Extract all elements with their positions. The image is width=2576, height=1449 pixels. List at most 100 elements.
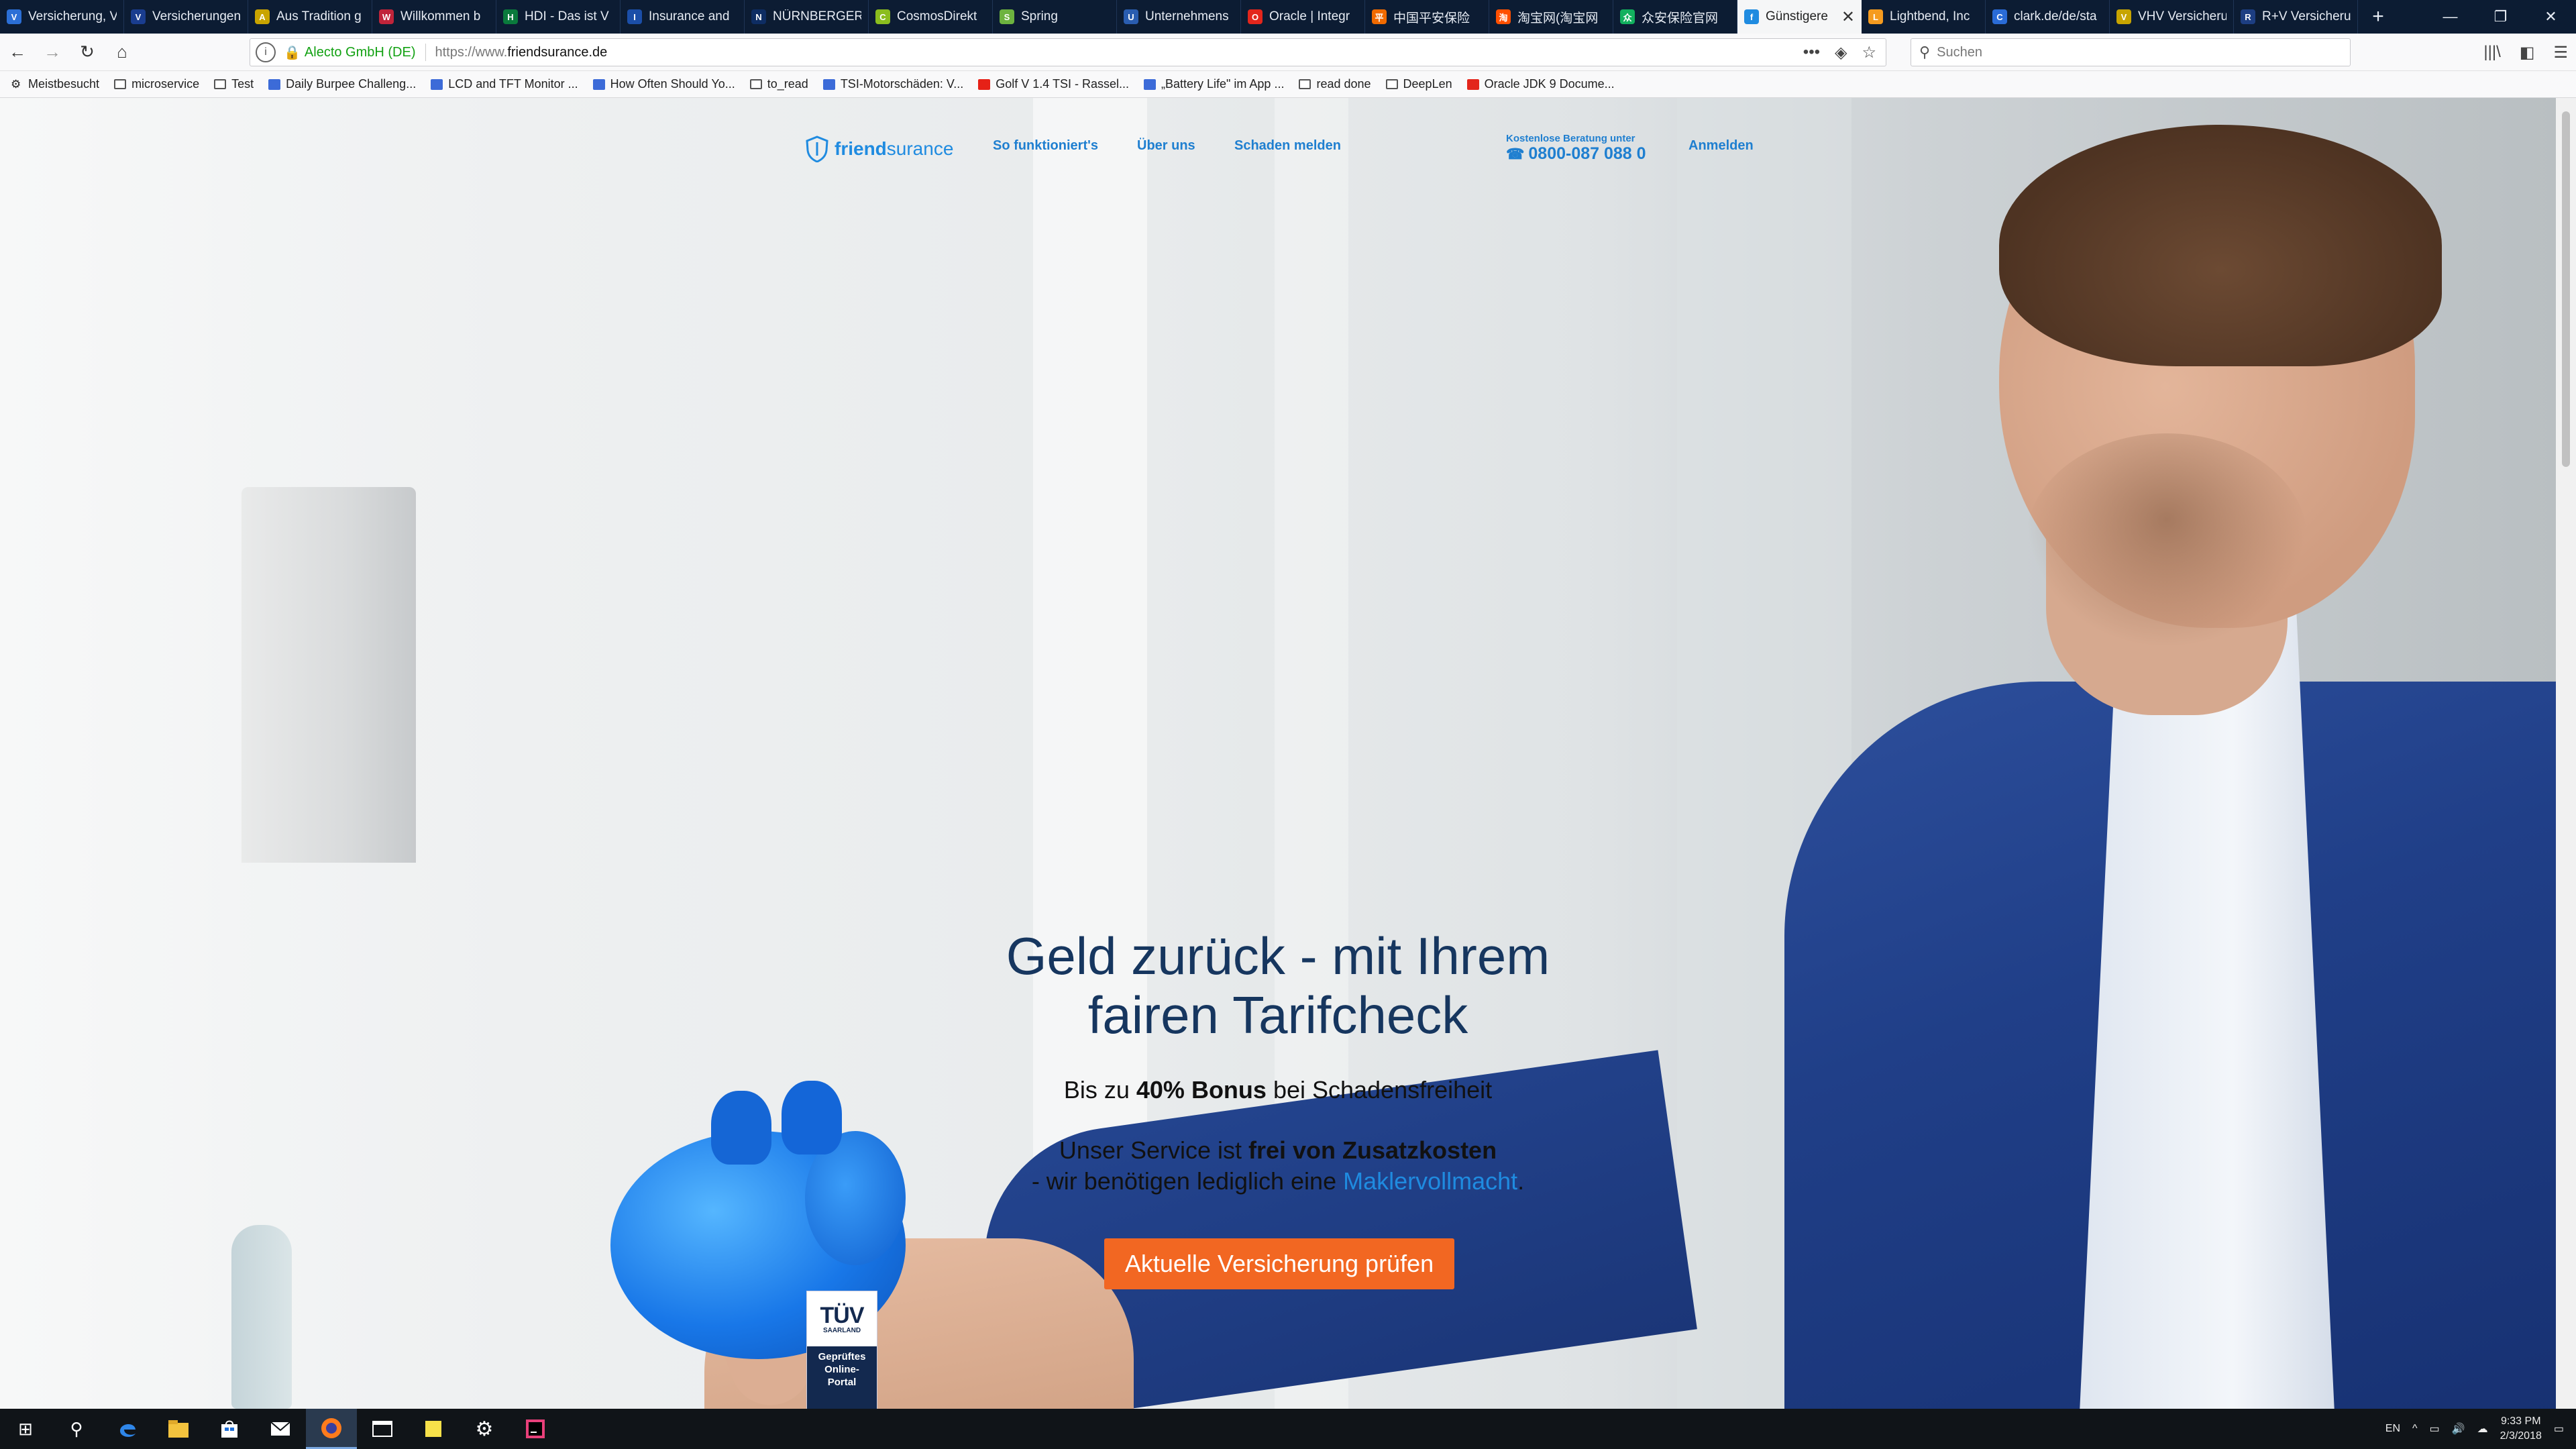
login-link[interactable]: Anmelden <box>1688 138 1754 154</box>
browser-tab[interactable]: C CosmosDirekt <box>869 0 993 34</box>
tab-favicon-icon: 平 <box>1372 9 1387 24</box>
browser-tab[interactable]: O Oracle | Integr <box>1241 0 1365 34</box>
lamp-image <box>241 487 416 863</box>
bookmark-item[interactable]: Golf V 1.4 TSI - Rassel... <box>978 77 1129 91</box>
nav-link-about[interactable]: Über uns <box>1137 138 1195 154</box>
browser-tab[interactable]: A Aus Tradition g <box>248 0 372 34</box>
bookmark-item[interactable]: LCD and TFT Monitor ... <box>431 77 578 91</box>
browser-tab[interactable]: Cclark.de/de/sta <box>1986 0 2110 34</box>
taskbar-mail[interactable] <box>255 1409 306 1449</box>
bookmark-item[interactable]: read done <box>1299 77 1371 91</box>
browser-tab[interactable]: I Insurance and <box>621 0 745 34</box>
browser-tab[interactable]: W Willkommen b <box>372 0 496 34</box>
broker-mandate-link[interactable]: Maklervollmacht <box>1343 1167 1517 1195</box>
tab-label: HDI - Das ist V <box>525 9 609 23</box>
browser-tab[interactable]: V Versicherung, V <box>0 0 124 34</box>
browser-tab[interactable]: V VHV Versicheru <box>2110 0 2234 34</box>
taskbar-settings[interactable]: ⚙ <box>459 1409 510 1449</box>
windows-taskbar: ⊞ ⚲ ⚙ EN ^ ▭ 🔊 ☁ 9:33 PM 2/3/2018 ▭ <box>0 1409 2576 1449</box>
bookmark-item[interactable]: ⚙ Meistbesucht <box>11 77 99 91</box>
taskbar-window[interactable] <box>357 1409 408 1449</box>
home-button[interactable]: ⌂ <box>105 34 140 71</box>
url-bar[interactable]: i 🔒 Alecto GmbH (DE) https://www. friends… <box>250 38 1886 66</box>
hotline-phone[interactable]: ☎ 0800-087 088 0 <box>1506 144 1646 164</box>
site-identity[interactable]: Alecto GmbH (DE) <box>305 45 416 60</box>
browser-tab[interactable]: V Versicherungen <box>124 0 248 34</box>
page-actions-menu-icon[interactable]: ••• <box>1803 43 1820 62</box>
site-icon <box>822 78 835 90</box>
pocket-icon[interactable]: ◈ <box>1835 43 1847 62</box>
hero-title-line2: fairen Tarifcheck <box>1087 985 1468 1044</box>
clock[interactable]: 9:33 PM 2/3/2018 <box>2500 1414 2542 1444</box>
bookmark-label: How Often Should Yo... <box>610 77 735 91</box>
reload-icon: ↻ <box>80 42 95 62</box>
taskbar-sticky-notes[interactable] <box>408 1409 459 1449</box>
minimize-button[interactable]: — <box>2425 0 2475 34</box>
bookmark-item[interactable]: TSI-Motorschäden: V... <box>822 77 963 91</box>
site-info-icon[interactable]: i <box>256 42 276 62</box>
tab-label: Lightbend, Inc <box>1890 9 1970 23</box>
bookmark-label: Meistbesucht <box>28 77 100 91</box>
browser-tab[interactable]: 平中国平安保险 <box>1365 0 1489 34</box>
browser-tab[interactable]: 淘淘宝网(淘宝网 <box>1489 0 1613 34</box>
new-tab-button[interactable]: + <box>2358 0 2398 34</box>
web-page: friend surance So funktioniert's Über uns… <box>0 98 2556 1409</box>
browser-tab[interactable]: U Unternehmens <box>1117 0 1241 34</box>
browser-tab[interactable]: L Lightbend, Inc <box>1862 0 1986 34</box>
bookmark-item[interactable]: „Battery Life" im App ... <box>1143 77 1284 91</box>
scrollbar-thumb[interactable] <box>2562 111 2570 467</box>
notification-icon[interactable]: ▭ <box>2554 1422 2564 1436</box>
search-bar[interactable]: ⚲ Suchen <box>1911 38 2351 66</box>
bookmark-item[interactable]: How Often Should Yo... <box>592 77 735 91</box>
browser-tab[interactable]: 众众安保险官网 <box>1613 0 1737 34</box>
check-insurance-button[interactable]: Aktuelle Versicherung prüfen <box>1104 1238 1454 1289</box>
tray-overflow-icon[interactable]: ^ <box>2412 1423 2418 1435</box>
volume-icon[interactable]: 🔊 <box>2452 1422 2465 1436</box>
taskbar-edge[interactable] <box>102 1409 153 1449</box>
bookmark-label: LCD and TFT Monitor ... <box>448 77 578 91</box>
close-window-button[interactable]: ✕ <box>2526 0 2576 34</box>
nav-link-report-claim[interactable]: Schaden melden <box>1234 138 1341 154</box>
browser-tab[interactable]: N NÜRNBERGER <box>745 0 869 34</box>
taskbar-intellij[interactable] <box>510 1409 561 1449</box>
language-indicator[interactable]: EN <box>2385 1423 2400 1435</box>
taskbar-search-button[interactable]: ⚲ <box>51 1409 102 1449</box>
nav-link-how-it-works[interactable]: So funktioniert's <box>993 138 1098 154</box>
forward-button[interactable]: → <box>35 34 70 71</box>
page-scrollbar[interactable] <box>2556 98 2576 1409</box>
bookmark-item[interactable]: Oracle JDK 9 Docume... <box>1466 77 1615 91</box>
browser-tab[interactable]: S Spring <box>993 0 1117 34</box>
friendsurance-logo[interactable]: friend surance <box>805 136 953 162</box>
bookmark-item[interactable]: DeepLen <box>1385 77 1452 91</box>
bookmark-item[interactable]: Test <box>214 77 254 91</box>
tuv-line: Portal <box>827 1377 857 1388</box>
reload-button[interactable]: ↻ <box>70 34 105 71</box>
start-button[interactable]: ⊞ <box>0 1409 51 1449</box>
bookmark-star-icon[interactable]: ☆ <box>1862 43 1876 62</box>
browser-tab[interactable]: R R+V Versicheru <box>2234 0 2358 34</box>
tab-close-icon[interactable]: ✕ <box>1841 7 1855 27</box>
bookmark-item[interactable]: microservice <box>114 77 199 91</box>
library-icon[interactable]: |||\ <box>2483 43 2500 62</box>
back-button[interactable]: ← <box>0 34 35 71</box>
taskbar-store[interactable] <box>204 1409 255 1449</box>
onedrive-icon[interactable]: ☁ <box>2477 1422 2488 1436</box>
bookmark-item[interactable]: Daily Burpee Challeng... <box>268 77 416 91</box>
taskbar-firefox[interactable] <box>306 1409 357 1449</box>
browser-tab[interactable]: f Günstigere ✕ <box>1737 0 1862 34</box>
menu-icon[interactable]: ☰ <box>2553 43 2568 62</box>
person-hair <box>1999 125 2442 366</box>
tab-label: Günstigere <box>1766 9 1828 23</box>
network-icon[interactable]: ▭ <box>2430 1422 2440 1436</box>
tab-label: 众安保险官网 <box>1642 11 1719 25</box>
sidebar-icon[interactable]: ◧ <box>2520 43 2535 62</box>
search-icon: ⚲ <box>1919 44 1931 60</box>
logo-text-surance: surance <box>886 138 954 159</box>
browser-tab[interactable]: H HDI - Das ist V <box>496 0 621 34</box>
restore-button[interactable]: ❐ <box>2475 0 2526 34</box>
hotline[interactable]: Kostenlose Beratung unter ☎ 0800-087 088… <box>1506 133 1646 164</box>
bookmark-item[interactable]: to_read <box>749 77 808 91</box>
search-placeholder: Suchen <box>1937 44 1982 60</box>
tab-favicon-icon: V <box>131 9 146 24</box>
taskbar-explorer[interactable] <box>153 1409 204 1449</box>
